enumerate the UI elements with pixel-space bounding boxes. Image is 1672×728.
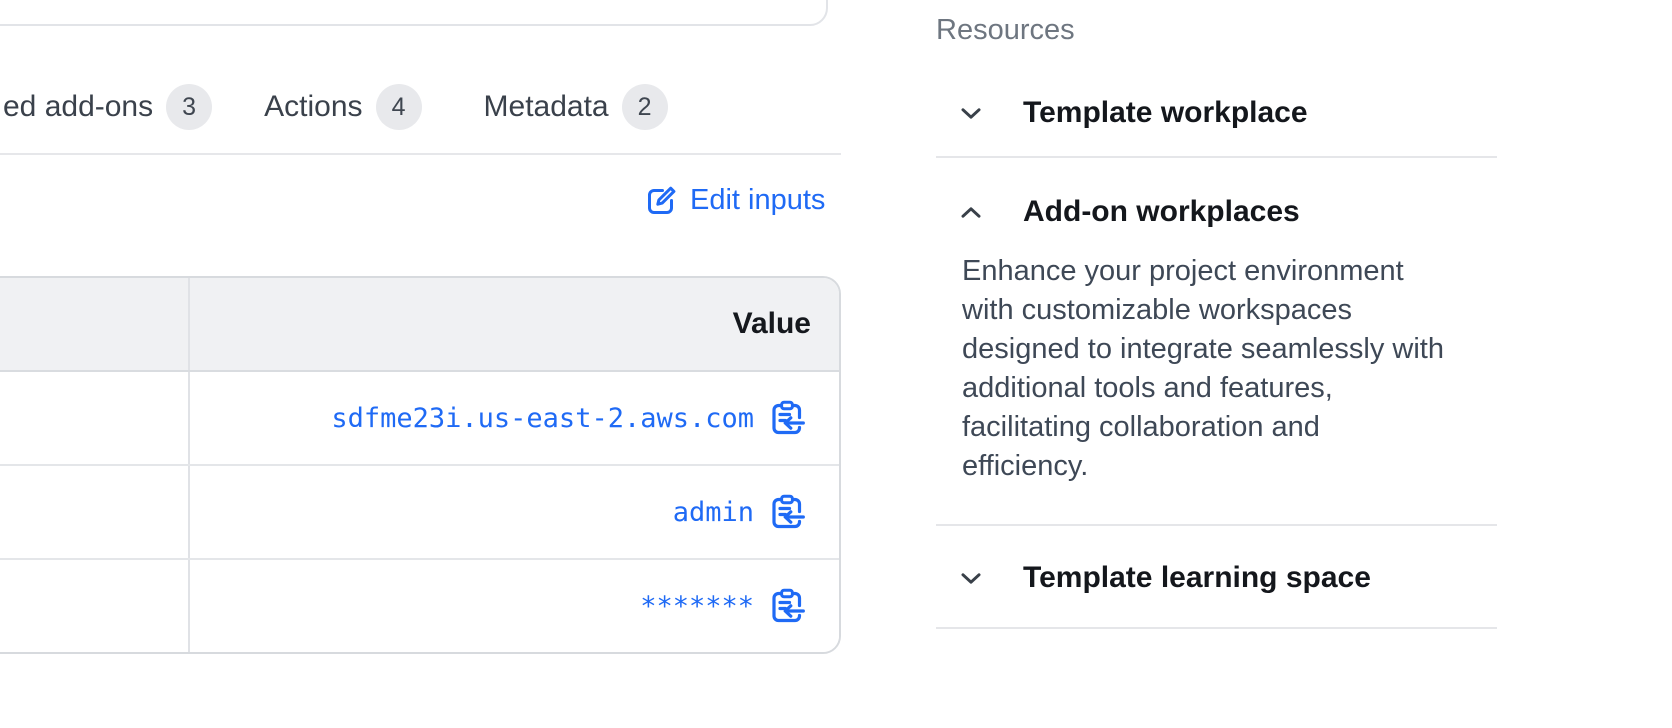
value-cell: ******* [190, 560, 839, 652]
tab-installed-add-ons[interactable]: ed add-ons 3 [3, 84, 212, 130]
edit-inputs-button[interactable]: Edit inputs [645, 184, 825, 217]
tab-count-badge: 3 [166, 84, 212, 130]
tab-bar: ed add-ons 3 Actions 4 Metadata 2 [3, 84, 668, 130]
accordion-add-on-workplaces[interactable]: Add-on workplaces [961, 192, 1300, 232]
accordion-title: Template learning space [1023, 561, 1371, 595]
chevron-down-icon [961, 572, 981, 585]
value-column-header: Value [733, 307, 811, 341]
key-cell [0, 372, 190, 464]
add-on-workplaces-description: Enhance your project environment with cu… [962, 252, 1444, 486]
description-line: efficiency. [962, 447, 1444, 486]
section-divider [936, 627, 1497, 629]
accordion-title: Template workplace [1023, 96, 1308, 130]
table-row: sdfme23i.us-east-2.aws.com [0, 372, 839, 466]
accordion-title: Add-on workplaces [1023, 195, 1300, 229]
tab-count-badge: 2 [622, 84, 668, 130]
description-line: with customizable workspaces [962, 291, 1444, 330]
edit-pencil-icon [645, 184, 678, 217]
value-cell: sdfme23i.us-east-2.aws.com [190, 372, 839, 464]
value-header-cell: Value [190, 278, 839, 370]
tab-metadata[interactable]: Metadata 2 [484, 84, 668, 130]
chevron-down-icon [961, 107, 981, 120]
tab-label: Metadata [484, 90, 609, 124]
key-cell [0, 466, 190, 558]
table-header-row: Value [0, 278, 839, 372]
key-cell [0, 560, 190, 652]
section-divider [936, 156, 1497, 158]
tabs-divider [0, 153, 841, 155]
input-value-text: sdfme23i.us-east-2.aws.com [331, 403, 754, 434]
key-header-cell [0, 278, 190, 370]
value-cell: admin [190, 466, 839, 558]
description-line: facilitating collaboration and [962, 408, 1444, 447]
edit-inputs-label: Edit inputs [690, 184, 825, 217]
description-line: Enhance your project environment [962, 252, 1444, 291]
accordion-template-workplace[interactable]: Template workplace [961, 93, 1308, 133]
tab-label: ed add-ons [3, 90, 153, 124]
tab-count-badge: 4 [376, 84, 422, 130]
copy-to-clipboard-icon[interactable] [769, 494, 805, 530]
input-value-text: admin [673, 497, 754, 528]
table-row: ******* [0, 560, 839, 652]
description-line: designed to integrate seamlessly with [962, 330, 1444, 369]
description-line: additional tools and features, [962, 369, 1444, 408]
tab-actions[interactable]: Actions 4 [264, 84, 421, 130]
chevron-up-icon [961, 206, 981, 219]
inputs-table: Value sdfme23i.us-east-2.aws.com [0, 276, 841, 654]
resources-panel-title: Resources [936, 14, 1075, 47]
copy-to-clipboard-icon[interactable] [769, 400, 805, 436]
input-value-masked-text: ******* [640, 591, 754, 622]
card-bottom-edge [0, 0, 828, 26]
copy-to-clipboard-icon[interactable] [769, 588, 805, 624]
table-row: admin [0, 466, 839, 560]
page: ed add-ons 3 Actions 4 Metadata 2 Edit i… [0, 0, 1672, 728]
section-divider [936, 524, 1497, 526]
tab-label: Actions [264, 90, 362, 124]
accordion-template-learning-space[interactable]: Template learning space [961, 558, 1371, 598]
